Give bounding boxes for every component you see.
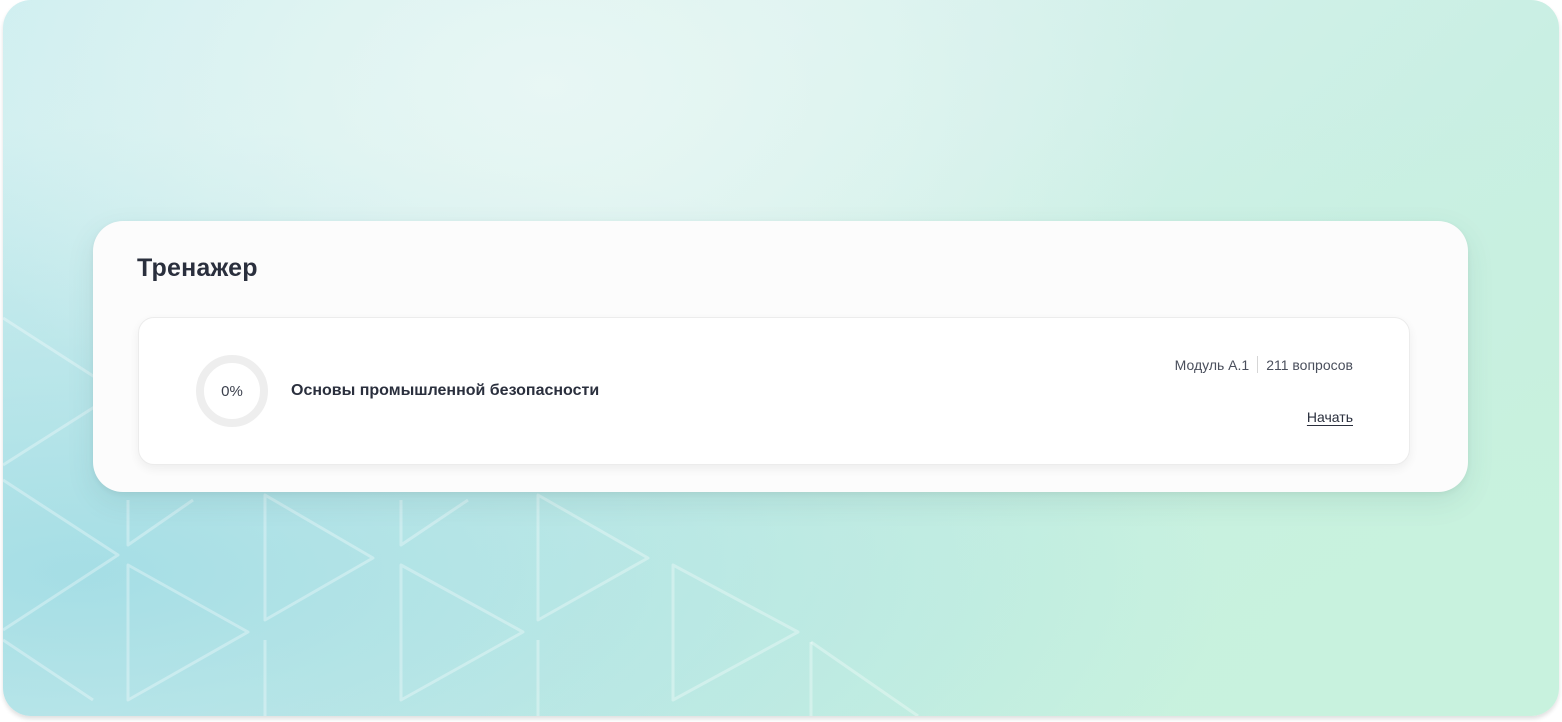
trainer-card: Тренажер 0% Основы промышленной безопасн… bbox=[93, 221, 1468, 492]
module-label: Модуль А.1 bbox=[1174, 356, 1250, 373]
course-meta: Модуль А.1 211 вопросов bbox=[1175, 356, 1353, 373]
course-title: Основы промышленной безопасности bbox=[291, 382, 600, 399]
meta-divider bbox=[1257, 356, 1259, 373]
start-link[interactable]: Начать bbox=[1307, 409, 1353, 425]
progress-percent: 0% bbox=[221, 382, 243, 400]
question-count: 211 вопросов bbox=[1266, 356, 1353, 373]
background-frame: Тренажер 0% Основы промышленной безопасн… bbox=[3, 0, 1559, 716]
progress-ring: 0% bbox=[196, 355, 268, 427]
section-title: Тренажер bbox=[137, 254, 258, 282]
course-item[interactable]: 0% Основы промышленной безопасности Моду… bbox=[138, 317, 1410, 465]
